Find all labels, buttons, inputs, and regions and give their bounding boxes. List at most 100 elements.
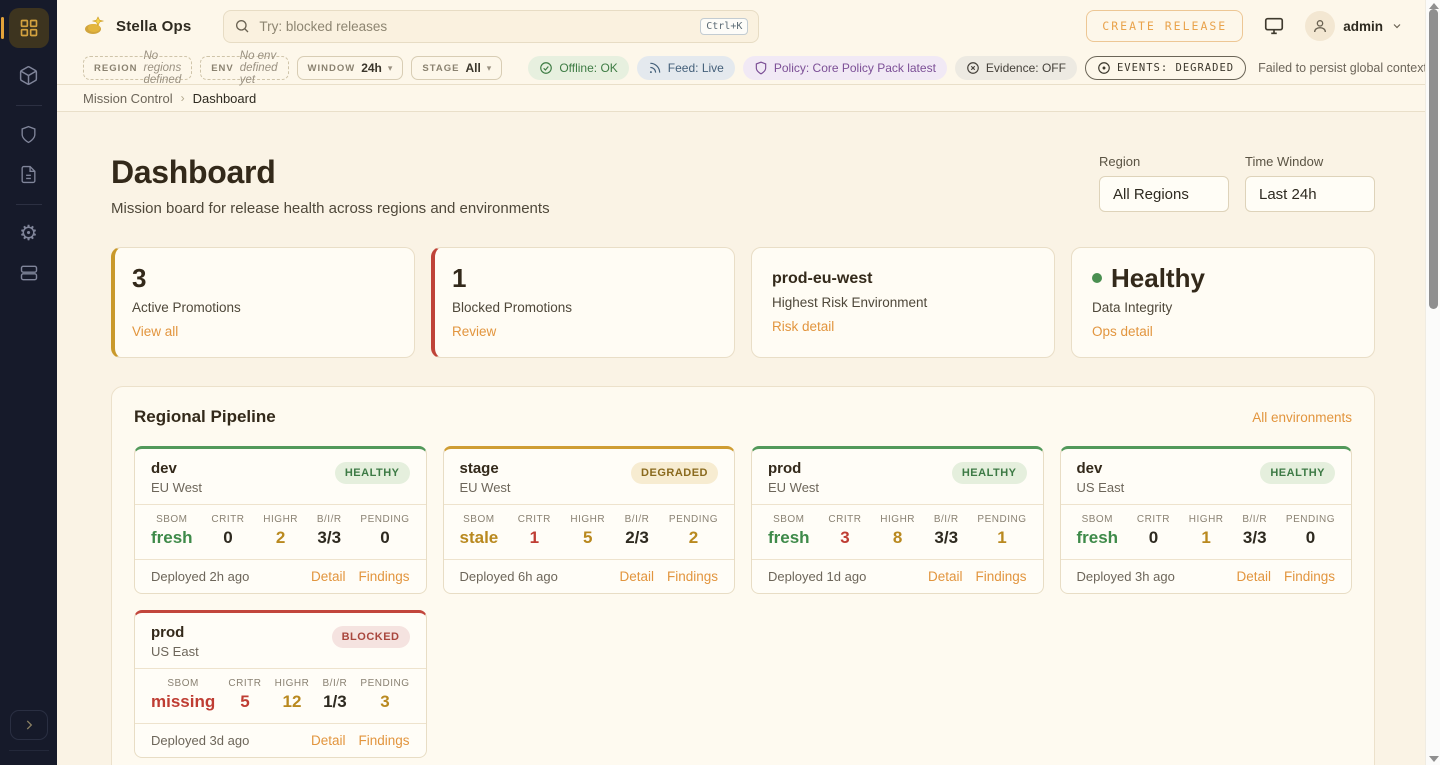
env-region: EU West — [460, 480, 511, 495]
stat-label: Blocked Promotions — [452, 300, 714, 315]
user-menu[interactable]: admin — [1305, 11, 1403, 41]
filter-label: WINDOW — [308, 63, 356, 74]
events-status-badge: EVENTS: DEGRADED — [1085, 56, 1246, 80]
detail-link[interactable]: Detail — [928, 569, 963, 584]
env-region: EU West — [151, 480, 202, 495]
status-badge: BLOCKED — [332, 626, 410, 648]
gear-icon: ⚙ — [19, 223, 38, 244]
env-name: prod — [768, 460, 819, 477]
findings-link[interactable]: Findings — [358, 569, 409, 584]
view-all-link[interactable]: View all — [132, 324, 394, 339]
metric-highr: HIGHR8 — [880, 514, 915, 548]
risk-detail-link[interactable]: Risk detail — [772, 319, 1034, 334]
metric-bir: B/I/R3/3 — [317, 514, 342, 548]
review-link[interactable]: Review — [452, 324, 714, 339]
search-input[interactable] — [259, 19, 691, 34]
stat-value: 1 — [452, 264, 714, 293]
time-window-select[interactable]: Last 24h — [1245, 176, 1375, 212]
stat-card-blocked-promotions: 1 Blocked Promotions Review — [431, 247, 735, 358]
health-dot — [1092, 273, 1102, 283]
brand[interactable]: Stella Ops — [83, 15, 191, 37]
vertical-scrollbar[interactable] — [1425, 0, 1440, 765]
user-name: admin — [1343, 19, 1383, 34]
detail-link[interactable]: Detail — [311, 569, 346, 584]
package-icon — [18, 65, 39, 86]
metric-bir: B/I/R1/3 — [323, 678, 348, 712]
sidebar-item-dashboard[interactable] — [9, 8, 49, 48]
top-bar: Stella Ops Ctrl+K CREATE RELEASE admin — [57, 0, 1425, 52]
window-filter-pill[interactable]: WINDOW 24h ▾ — [297, 56, 404, 80]
monitor-icon[interactable] — [1263, 15, 1285, 37]
context-bar: REGION No regions defined ENV No env def… — [57, 52, 1425, 85]
pipeline-grid: dev EU West HEALTHY SBOMfresh CRITR0 HIG… — [134, 446, 1352, 758]
page-head: Dashboard Mission board for release heal… — [111, 154, 1375, 217]
global-search[interactable]: Ctrl+K — [223, 10, 759, 43]
findings-link[interactable]: Findings — [667, 569, 718, 584]
sidebar-item-security[interactable] — [9, 115, 49, 153]
server-icon — [19, 263, 39, 283]
stat-value: Healthy — [1111, 264, 1205, 293]
env-filter-pill[interactable]: ENV No env defined yet — [200, 56, 288, 80]
sidebar-item-settings[interactable]: ⚙ — [9, 214, 49, 252]
shield-icon — [754, 61, 768, 75]
env-name: dev — [1077, 460, 1125, 477]
feed-status-badge: Feed: Live — [637, 56, 735, 80]
detail-link[interactable]: Detail — [619, 569, 654, 584]
detail-link[interactable]: Detail — [1236, 569, 1271, 584]
deployed-time: Deployed 1d ago — [768, 569, 866, 584]
time-window-select-label: Time Window — [1245, 154, 1375, 169]
metric-sbom: SBOMmissing — [151, 678, 215, 712]
stat-label: Active Promotions — [132, 300, 394, 315]
dashboard-grid-icon — [19, 18, 39, 38]
findings-link[interactable]: Findings — [975, 569, 1026, 584]
scroll-down-arrow[interactable] — [1429, 756, 1439, 762]
filter-value: All — [465, 61, 480, 75]
pipeline-card-dev-us-east: dev US East HEALTHY SBOMfresh CRITR0 HIG… — [1060, 446, 1353, 594]
metric-highr: HIGHR2 — [263, 514, 298, 548]
shield-icon — [19, 125, 38, 144]
metric-bir: B/I/R3/3 — [1242, 514, 1267, 548]
metric-critr: CRITR5 — [228, 678, 261, 712]
metric-pending: PENDING2 — [669, 514, 718, 548]
sidebar-item-documents[interactable] — [9, 155, 49, 193]
avatar — [1305, 11, 1335, 41]
chevron-down-icon: ▾ — [388, 63, 393, 74]
ops-detail-link[interactable]: Ops detail — [1092, 324, 1354, 339]
stat-value: 3 — [132, 264, 394, 293]
sidebar-item-releases[interactable] — [9, 56, 49, 94]
region-select[interactable]: All Regions — [1099, 176, 1229, 212]
chevron-down-icon: ▾ — [487, 63, 492, 74]
findings-link[interactable]: Findings — [1284, 569, 1335, 584]
all-environments-link[interactable]: All environments — [1252, 410, 1352, 425]
comet-logo-icon — [83, 15, 107, 37]
breadcrumb-mission-control[interactable]: Mission Control — [83, 91, 173, 106]
metric-highr: HIGHR5 — [570, 514, 605, 548]
create-release-button[interactable]: CREATE RELEASE — [1086, 10, 1243, 42]
chevron-down-icon — [1391, 20, 1403, 32]
env-region: US East — [1077, 480, 1125, 495]
scrollbar-thumb[interactable] — [1429, 9, 1438, 309]
badge-text: Feed: Live — [668, 61, 724, 75]
filter-value: No env defined yet — [240, 50, 278, 86]
metric-bir: B/I/R3/3 — [934, 514, 959, 548]
metric-highr: HIGHR12 — [275, 678, 310, 712]
breadcrumb: Mission Control › Dashboard — [57, 85, 1425, 112]
breadcrumb-separator: › — [181, 91, 185, 105]
region-filter-pill[interactable]: REGION No regions defined — [83, 56, 192, 80]
detail-link[interactable]: Detail — [311, 733, 346, 748]
selectors: Region All Regions Time Window Last 24h — [1099, 154, 1375, 212]
pipeline-card-stage-eu-west: stage EU West DEGRADED SBOMstale CRITR1 … — [443, 446, 736, 594]
sidebar-item-infrastructure[interactable] — [9, 254, 49, 292]
page-title: Dashboard — [111, 154, 550, 191]
filter-label: REGION — [94, 63, 137, 74]
findings-link[interactable]: Findings — [358, 733, 409, 748]
metric-critr: CRITR0 — [211, 514, 244, 548]
metric-critr: CRITR3 — [828, 514, 861, 548]
sidebar-divider — [16, 204, 42, 205]
metric-highr: HIGHR1 — [1189, 514, 1224, 548]
active-indicator — [1, 17, 4, 39]
stage-filter-pill[interactable]: STAGE All ▾ — [411, 56, 502, 80]
top-right-cluster: CREATE RELEASE admin — [1086, 10, 1403, 42]
sidebar-expand-button[interactable] — [10, 710, 48, 740]
metric-pending: PENDING1 — [977, 514, 1026, 548]
